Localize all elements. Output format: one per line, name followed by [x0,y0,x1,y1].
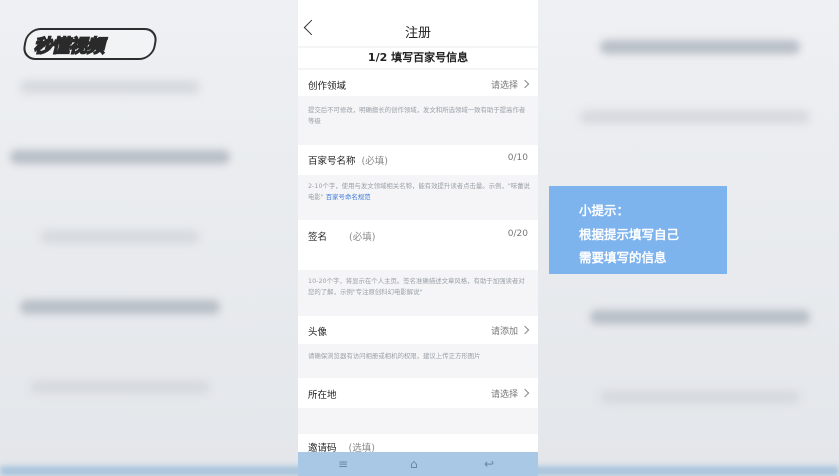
bg-blur [10,150,230,164]
char-counter: 0/10 [507,153,528,163]
add-prompt[interactable]: 请添加 [490,324,530,337]
watermark-text: 秒懂视频 [33,35,105,58]
add-text: 请添加 [490,327,518,337]
naming-rules-link[interactable]: 百家号命名规范 [326,193,371,201]
phone-screen: 注册 1/2 填写百家号信息 创作领域 请选择 提交后不可修改，明确擅长的创作领… [298,0,538,476]
field-creation-domain[interactable]: 创作领域 请选择 [298,70,538,96]
tip-box: 小提示： 根据提示填写自己 需要填写的信息 [549,186,727,274]
field-hint: 2-10个字，使用与发文领域相关名称，能有效提升读者点击量。示例，"味蕾说电影"… [308,181,530,203]
char-counter: 0/20 [507,229,528,239]
select-prompt[interactable]: 请选择 [490,78,530,91]
back-icon[interactable]: ↩ [484,457,494,471]
bg-blur [590,310,810,324]
header: 注册 [298,0,538,46]
field-hint: 请确保浏览器有访问相册或相机的权限，建议上传正方形图片 [308,352,481,360]
system-navbar: ≡ ⌂ ↩ [298,452,538,476]
tip-line-2: 根据提示填写自己 [579,227,680,242]
chevron-right-icon [520,325,530,335]
field-label: 百家号名称 (必填) [308,153,388,167]
required-tag: (必填) [349,232,376,243]
field-hint: 10-20个字，将显示在个人主页。签名准确描述文章风格，有助于加强读者对您的了解… [308,277,525,296]
tip-line-1: 小提示： [579,203,630,218]
watermark-logo: 秒懂视频 [21,28,159,60]
bg-blur [20,300,220,314]
field-signature[interactable]: 签名 (必填) 0/20 [298,220,538,270]
field-hint: 提交后不可修改，明确擅长的创作领域，发文和所选领域一致有助于提高作者等级 [308,106,526,125]
field-location[interactable]: 所在地 请选择 [298,378,538,408]
bg-blur [600,40,800,54]
field-avatar[interactable]: 头像 请添加 [298,316,538,344]
home-icon[interactable]: ⌂ [410,457,418,471]
select-text: 请选择 [490,390,518,400]
field-account-name[interactable]: 百家号名称 (必填) 0/10 [298,145,538,175]
bg-blur [30,380,210,394]
bg-blur [20,80,200,94]
field-label: 创作领域 [308,81,347,92]
field-invite-code[interactable]: 邀请码 (选填) [298,434,538,454]
field-label-text: 签名 [308,232,328,243]
select-prompt[interactable]: 请选择 [490,387,530,400]
bg-blur [40,230,200,244]
chevron-right-icon [520,79,530,89]
step-indicator: 1/2 填写百家号信息 [298,48,538,68]
page-title: 注册 [404,26,431,41]
select-text: 请选择 [490,81,518,91]
field-label: 所在地 [308,390,337,401]
menu-icon[interactable]: ≡ [338,457,348,471]
field-label: 签名 (必填) [308,229,375,243]
bg-blur [580,110,810,124]
tip-line-3: 需要填写的信息 [579,250,667,265]
chevron-right-icon [520,388,530,398]
field-label: 头像 [308,327,328,338]
required-tag: (必填) [361,156,388,167]
field-label-text: 百家号名称 [308,156,356,167]
bg-blur [600,390,800,404]
